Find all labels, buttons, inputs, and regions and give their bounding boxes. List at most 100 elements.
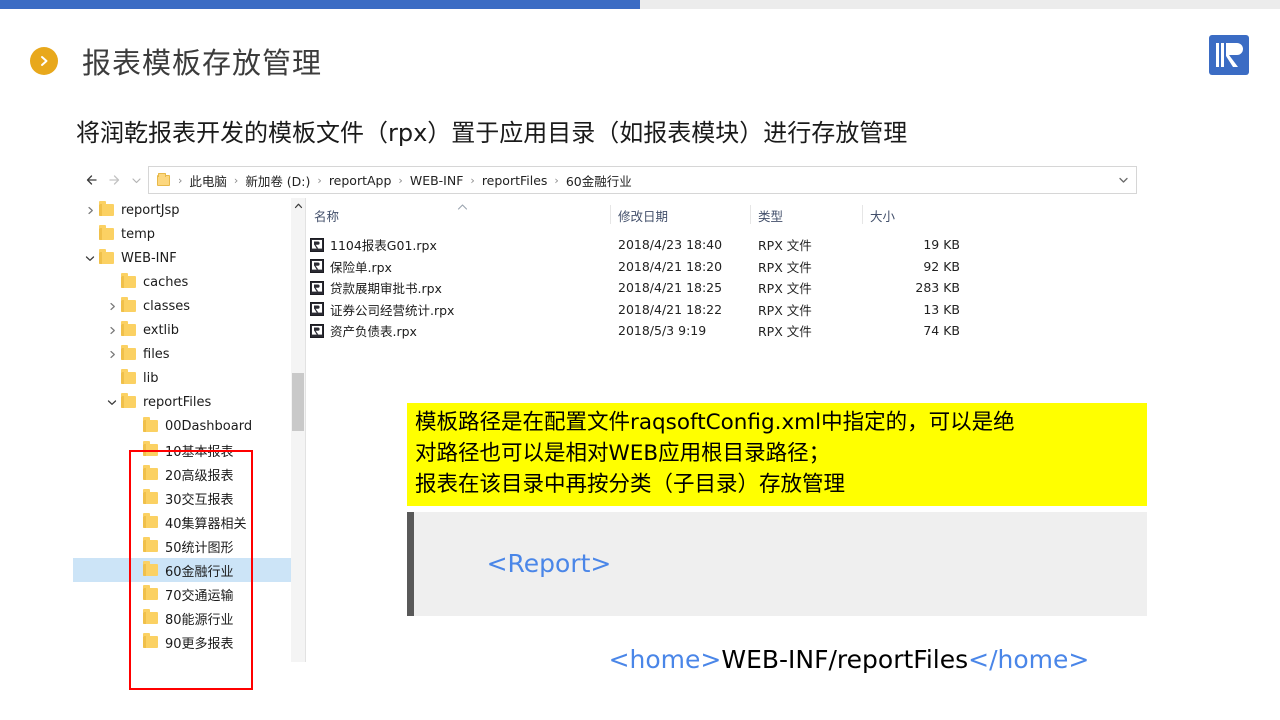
- address-bar[interactable]: › 此电脑 › 新加卷 (D:) › reportApp › WEB-INF › reportFi…: [148, 166, 1137, 194]
- breadcrumb-item[interactable]: 此电脑: [187, 171, 229, 190]
- file-size-cell: 283 KB: [915, 280, 960, 296]
- file-size-cell: 13 KB: [923, 301, 960, 317]
- rpx-file-icon: [310, 323, 324, 338]
- breadcrumb-item[interactable]: reportApp: [327, 173, 394, 188]
- tree-twisty-spacer: [125, 606, 143, 630]
- tree-twisty-spacer: [125, 510, 143, 534]
- code-accent-bar: [407, 512, 414, 616]
- file-date-cell: 2018/4/21 18:20: [618, 258, 723, 274]
- page-title-row: 报表模板存放管理: [30, 40, 322, 82]
- tree-item-10[interactable]: 10基本报表: [73, 438, 305, 462]
- tree-item-9[interactable]: 00Dashboard: [73, 414, 305, 438]
- navigation-tree[interactable]: reportJsp temp WEB-INF caches classes extlib f…: [73, 198, 305, 654]
- code-sample-block: <Report> <home>WEB-INF/reportFiles</home…: [407, 512, 1147, 674]
- tree-item-13[interactable]: 40集算器相关: [73, 510, 305, 534]
- chevron-right-icon[interactable]: [81, 198, 99, 222]
- breadcrumb-item[interactable]: 60金融行业: [564, 171, 634, 190]
- file-name-cell: 资产负债表.rpx: [306, 321, 610, 340]
- progress-fill: [0, 0, 640, 9]
- column-header-name[interactable]: 名称: [306, 206, 610, 228]
- chevron-down-icon[interactable]: [103, 390, 121, 414]
- column-header-size[interactable]: 大小: [862, 205, 972, 228]
- arrow-right-icon[interactable]: [103, 168, 125, 192]
- tree-item-5[interactable]: extlib: [73, 318, 305, 342]
- tree-item-0[interactable]: reportJsp: [73, 198, 305, 222]
- tree-item-7[interactable]: lib: [73, 366, 305, 390]
- tree-item-1[interactable]: temp: [73, 222, 305, 246]
- breadcrumb-item[interactable]: reportFiles: [480, 173, 550, 188]
- arrow-left-icon[interactable]: [81, 168, 103, 192]
- file-row[interactable]: 证券公司经营统计.rpx 2018/4/21 18:22 RPX 文件 13 KB: [306, 299, 1139, 321]
- tree-item-14[interactable]: 50统计图形: [73, 534, 305, 558]
- scrollbar-thumb[interactable]: [292, 373, 304, 431]
- file-row[interactable]: 贷款展期审批书.rpx 2018/4/21 18:25 RPX 文件 283 KB: [306, 277, 1139, 299]
- chevron-right-icon[interactable]: [103, 342, 121, 366]
- tree-item-12[interactable]: 30交互报表: [73, 486, 305, 510]
- chevron-right-icon[interactable]: [103, 294, 121, 318]
- folder-icon: [99, 225, 114, 240]
- annotation-note: 模板路径是在配置文件raqsoftConfig.xml中指定的，可以是绝 对路径…: [407, 403, 1147, 506]
- file-date-cell: 2018/4/21 18:25: [618, 280, 723, 296]
- folder-icon: [143, 561, 158, 576]
- tree-item-8[interactable]: reportFiles: [73, 390, 305, 414]
- file-row[interactable]: 资产负债表.rpx 2018/5/3 9:19 RPX 文件 74 KB: [306, 320, 1139, 342]
- file-row[interactable]: 1104报表G01.rpx 2018/4/23 18:40 RPX 文件 19 KB: [306, 234, 1139, 256]
- tree-item-11[interactable]: 20高级报表: [73, 462, 305, 486]
- tree-item-label: WEB-INF: [121, 250, 177, 266]
- chevron-down-icon[interactable]: [125, 168, 147, 192]
- annotation-line: 报表在该目录中再按分类（子目录）存放管理: [415, 472, 846, 497]
- file-name-text: 1104报表G01.rpx: [330, 238, 437, 254]
- column-header-type[interactable]: 类型: [750, 205, 862, 228]
- tree-item-17[interactable]: 80能源行业: [73, 606, 305, 630]
- tree-item-16[interactable]: 70交通运输: [73, 582, 305, 606]
- annotation-line: 对路径也可以是相对WEB应用根目录路径；: [415, 441, 831, 466]
- tree-item-2[interactable]: WEB-INF: [73, 246, 305, 270]
- tree-item-label: 80能源行业: [165, 612, 234, 628]
- breadcrumb[interactable]: › 此电脑 › 新加卷 (D:) › reportApp › WEB-INF › reportFi…: [173, 171, 634, 190]
- tree-item-label: 60金融行业: [165, 564, 234, 580]
- breadcrumb-item[interactable]: 新加卷 (D:): [243, 171, 312, 190]
- file-name-cell: 贷款展期审批书.rpx: [306, 278, 610, 297]
- tree-item-label: reportJsp: [121, 202, 180, 218]
- annotation-line: 模板路径是在配置文件raqsoftConfig.xml中指定的，可以是绝: [415, 410, 1015, 435]
- file-type-cell: RPX 文件: [758, 238, 812, 254]
- tree-item-18[interactable]: 90更多报表: [73, 630, 305, 654]
- breadcrumb-separator: ›: [178, 173, 183, 187]
- file-date-cell: 2018/4/21 18:22: [618, 301, 723, 317]
- tree-item-label: 20高级报表: [165, 468, 234, 484]
- tree-item-3[interactable]: caches: [73, 270, 305, 294]
- folder-icon: [143, 441, 158, 456]
- runqian-logo: [1209, 35, 1249, 75]
- tree-item-label: lib: [143, 370, 159, 386]
- tree-item-label: 90更多报表: [165, 636, 234, 652]
- address-dropdown-chevron-down-icon[interactable]: [1117, 174, 1130, 186]
- folder-icon: [143, 537, 158, 552]
- tree-item-15[interactable]: 60金融行业: [73, 558, 305, 582]
- breadcrumb-separator: ›: [470, 173, 475, 187]
- file-name-cell: 保险单.rpx: [306, 257, 610, 276]
- tree-twisty-spacer: [125, 582, 143, 606]
- chevron-right-icon[interactable]: [103, 318, 121, 342]
- tree-item-4[interactable]: classes: [73, 294, 305, 318]
- code-tag-report-open: <Report>: [486, 549, 612, 578]
- folder-icon: [143, 585, 158, 600]
- file-list-rows[interactable]: 1104报表G01.rpx 2018/4/23 18:40 RPX 文件 19 KB 保…: [306, 234, 1139, 342]
- tree-scrollbar[interactable]: [291, 198, 305, 662]
- tree-twisty-spacer: [103, 270, 121, 294]
- tree-item-label: 50统计图形: [165, 540, 234, 556]
- breadcrumb-item[interactable]: WEB-INF: [408, 173, 466, 188]
- file-row[interactable]: 保险单.rpx 2018/4/21 18:20 RPX 文件 92 KB: [306, 256, 1139, 278]
- column-header-date[interactable]: 修改日期: [610, 205, 750, 228]
- file-size-cell: 74 KB: [923, 323, 960, 339]
- tree-item-6[interactable]: files: [73, 342, 305, 366]
- tree-item-label: reportFiles: [143, 394, 212, 410]
- tree-item-label: 00Dashboard: [165, 418, 253, 434]
- chevron-up-icon[interactable]: [291, 198, 305, 213]
- rpx-file-icon: [310, 302, 324, 317]
- file-date-cell: 2018/4/23 18:40: [618, 237, 723, 253]
- rpx-file-icon: [310, 259, 324, 274]
- folder-icon: [143, 513, 158, 528]
- chevron-down-icon[interactable]: [81, 246, 99, 270]
- tree-item-label: extlib: [143, 322, 180, 338]
- file-name-text: 资产负债表.rpx: [330, 324, 417, 340]
